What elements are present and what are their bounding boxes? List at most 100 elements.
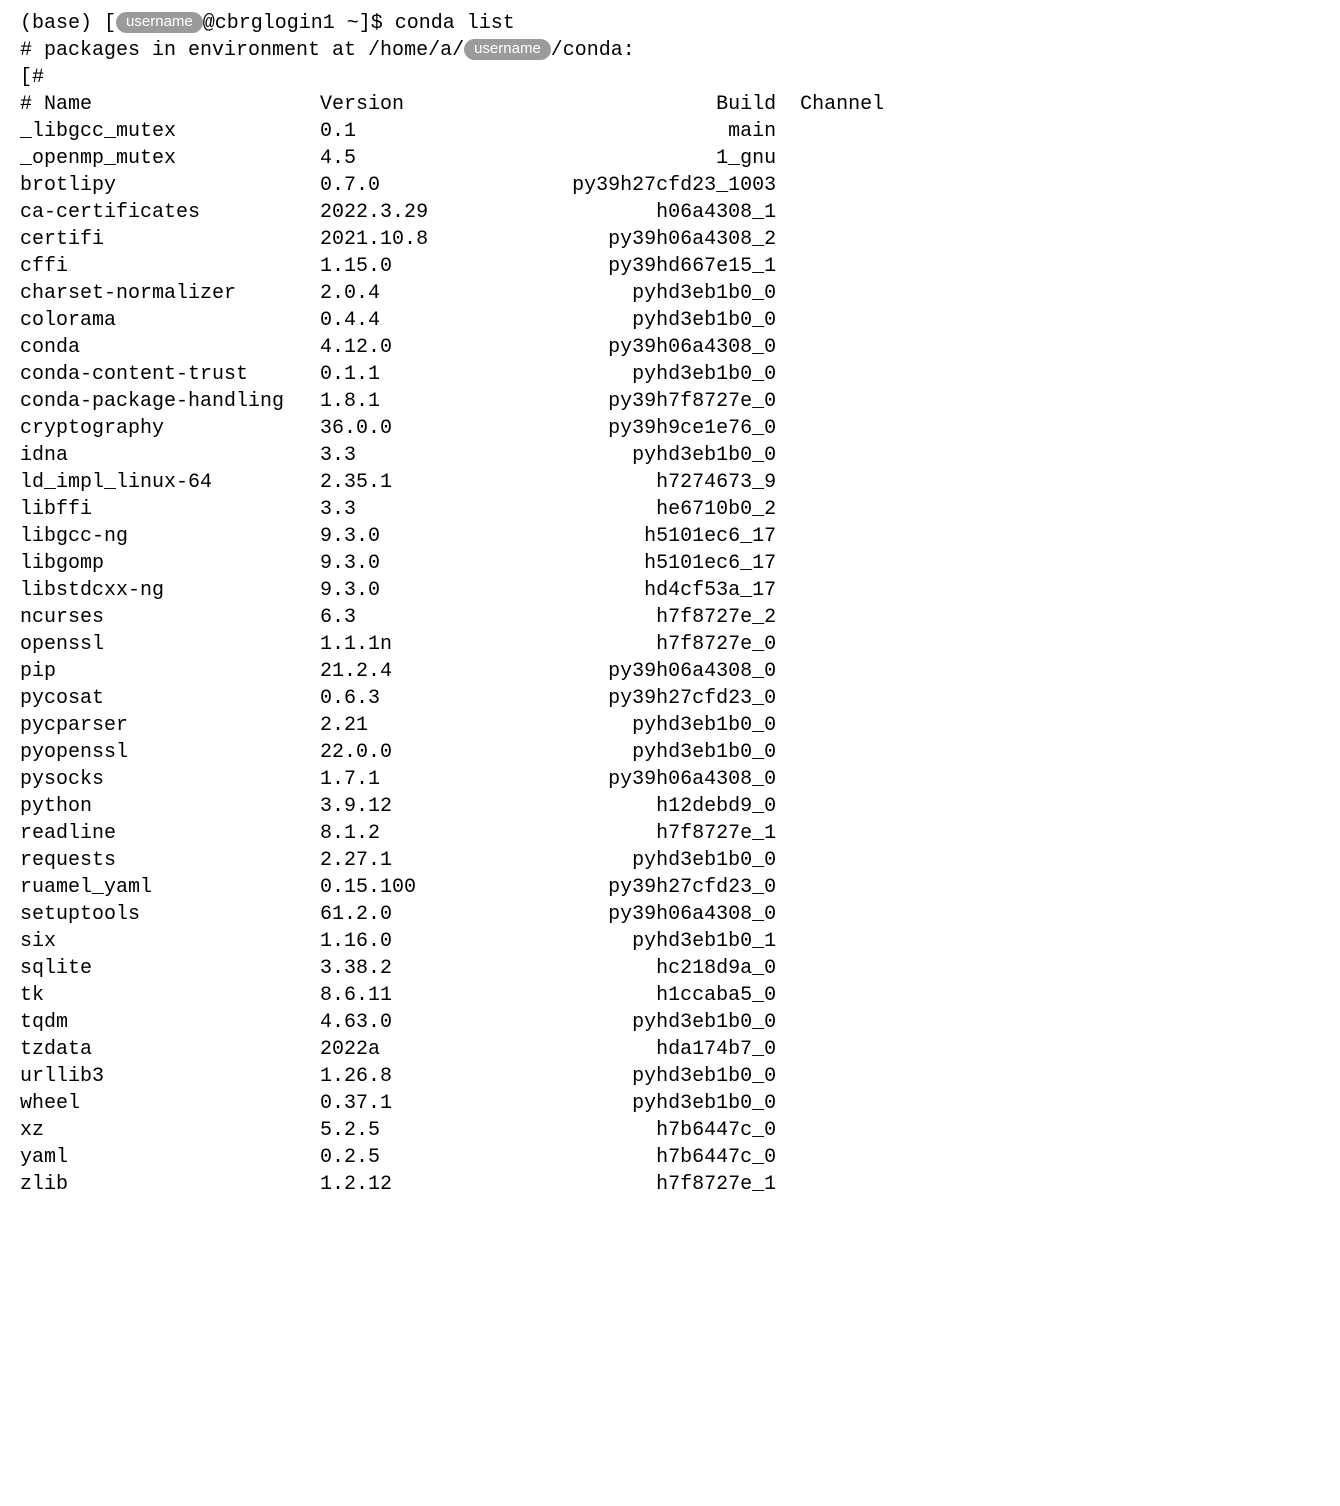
package-name: readline — [20, 820, 320, 847]
package-build: py39h27cfd23_0 — [536, 685, 776, 712]
package-row: idna3.3pyhd3eb1b0_0 — [20, 442, 1320, 469]
package-version: 9.3.0 — [320, 523, 536, 550]
package-name: pycparser — [20, 712, 320, 739]
username-pill: username — [464, 39, 551, 60]
package-channel — [776, 199, 884, 226]
package-row: _libgcc_mutex0.1main — [20, 118, 1320, 145]
package-name: colorama — [20, 307, 320, 334]
package-row: setuptools61.2.0py39h06a4308_0 — [20, 901, 1320, 928]
package-row: sqlite3.38.2hc218d9a_0 — [20, 955, 1320, 982]
package-channel — [776, 631, 884, 658]
package-name: libstdcxx-ng — [20, 577, 320, 604]
package-name: cryptography — [20, 415, 320, 442]
package-row: ca-certificates2022.3.29h06a4308_1 — [20, 199, 1320, 226]
package-version: 1.15.0 — [320, 253, 536, 280]
package-channel — [776, 1144, 884, 1171]
package-build: h7f8727e_0 — [536, 631, 776, 658]
package-version: 2022.3.29 — [320, 199, 536, 226]
package-version: 1.2.12 — [320, 1171, 536, 1198]
package-channel — [776, 550, 884, 577]
terminal-output[interactable]: (base) [username@cbrglogin1 ~]$ conda li… — [20, 10, 1320, 1198]
package-name: conda-content-trust — [20, 361, 320, 388]
package-channel — [776, 145, 884, 172]
package-version: 5.2.5 — [320, 1117, 536, 1144]
package-name: pysocks — [20, 766, 320, 793]
package-version: 0.37.1 — [320, 1090, 536, 1117]
package-channel — [776, 253, 884, 280]
username-pill: username — [116, 12, 203, 33]
package-build: pyhd3eb1b0_0 — [536, 280, 776, 307]
package-name: python — [20, 793, 320, 820]
package-name: wheel — [20, 1090, 320, 1117]
package-name: _libgcc_mutex — [20, 118, 320, 145]
package-channel — [776, 982, 884, 1009]
package-row: pip21.2.4py39h06a4308_0 — [20, 658, 1320, 685]
package-build: h7f8727e_1 — [536, 820, 776, 847]
package-build: h12debd9_0 — [536, 793, 776, 820]
package-version: 6.3 — [320, 604, 536, 631]
package-row: colorama0.4.4pyhd3eb1b0_0 — [20, 307, 1320, 334]
package-channel — [776, 658, 884, 685]
package-channel — [776, 1036, 884, 1063]
package-row: libgcc-ng9.3.0h5101ec6_17 — [20, 523, 1320, 550]
package-build: py39h06a4308_2 — [536, 226, 776, 253]
package-channel — [776, 1117, 884, 1144]
package-name: tzdata — [20, 1036, 320, 1063]
package-version: 0.2.5 — [320, 1144, 536, 1171]
package-build: h5101ec6_17 — [536, 550, 776, 577]
package-build: py39h27cfd23_1003 — [536, 172, 776, 199]
package-channel — [776, 496, 884, 523]
package-version: 1.8.1 — [320, 388, 536, 415]
package-channel — [776, 685, 884, 712]
package-channel — [776, 118, 884, 145]
package-version: 4.63.0 — [320, 1009, 536, 1036]
package-name: pycosat — [20, 685, 320, 712]
package-name: _openmp_mutex — [20, 145, 320, 172]
header-build: Build — [536, 91, 776, 118]
package-build: py39h27cfd23_0 — [536, 874, 776, 901]
package-row: certifi2021.10.8py39h06a4308_2 — [20, 226, 1320, 253]
package-row: pyopenssl22.0.0pyhd3eb1b0_0 — [20, 739, 1320, 766]
package-row: charset-normalizer2.0.4pyhd3eb1b0_0 — [20, 280, 1320, 307]
package-name: urllib3 — [20, 1063, 320, 1090]
package-version: 0.1.1 — [320, 361, 536, 388]
package-row: six1.16.0pyhd3eb1b0_1 — [20, 928, 1320, 955]
package-build: h7f8727e_2 — [536, 604, 776, 631]
package-build: hd4cf53a_17 — [536, 577, 776, 604]
package-build: h1ccaba5_0 — [536, 982, 776, 1009]
package-name: ld_impl_linux-64 — [20, 469, 320, 496]
comment-line: [# — [20, 64, 1320, 91]
package-name: ncurses — [20, 604, 320, 631]
env-path-suffix: /conda: — [551, 39, 635, 62]
package-name: libffi — [20, 496, 320, 523]
package-row: pycparser2.21pyhd3eb1b0_0 — [20, 712, 1320, 739]
package-row: ncurses6.3h7f8727e_2 — [20, 604, 1320, 631]
package-build: py39h7f8727e_0 — [536, 388, 776, 415]
package-name: cffi — [20, 253, 320, 280]
package-version: 22.0.0 — [320, 739, 536, 766]
package-version: 0.15.100 — [320, 874, 536, 901]
package-build: hda174b7_0 — [536, 1036, 776, 1063]
prompt-line: (base) [username@cbrglogin1 ~]$ conda li… — [20, 10, 1320, 37]
package-build: pyhd3eb1b0_0 — [536, 1063, 776, 1090]
package-version: 9.3.0 — [320, 577, 536, 604]
package-build: py39h9ce1e76_0 — [536, 415, 776, 442]
package-row: tqdm4.63.0pyhd3eb1b0_0 — [20, 1009, 1320, 1036]
package-version: 0.7.0 — [320, 172, 536, 199]
package-version: 3.3 — [320, 442, 536, 469]
package-name: openssl — [20, 631, 320, 658]
package-name: pyopenssl — [20, 739, 320, 766]
package-channel — [776, 793, 884, 820]
package-row: zlib1.2.12h7f8727e_1 — [20, 1171, 1320, 1198]
package-version: 3.9.12 — [320, 793, 536, 820]
package-version: 3.3 — [320, 496, 536, 523]
package-channel — [776, 361, 884, 388]
package-version: 8.1.2 — [320, 820, 536, 847]
package-channel — [776, 928, 884, 955]
package-build: he6710b0_2 — [536, 496, 776, 523]
package-version: 2.21 — [320, 712, 536, 739]
package-name: yaml — [20, 1144, 320, 1171]
package-row: libstdcxx-ng9.3.0hd4cf53a_17 — [20, 577, 1320, 604]
package-build: main — [536, 118, 776, 145]
package-row: tk8.6.11h1ccaba5_0 — [20, 982, 1320, 1009]
